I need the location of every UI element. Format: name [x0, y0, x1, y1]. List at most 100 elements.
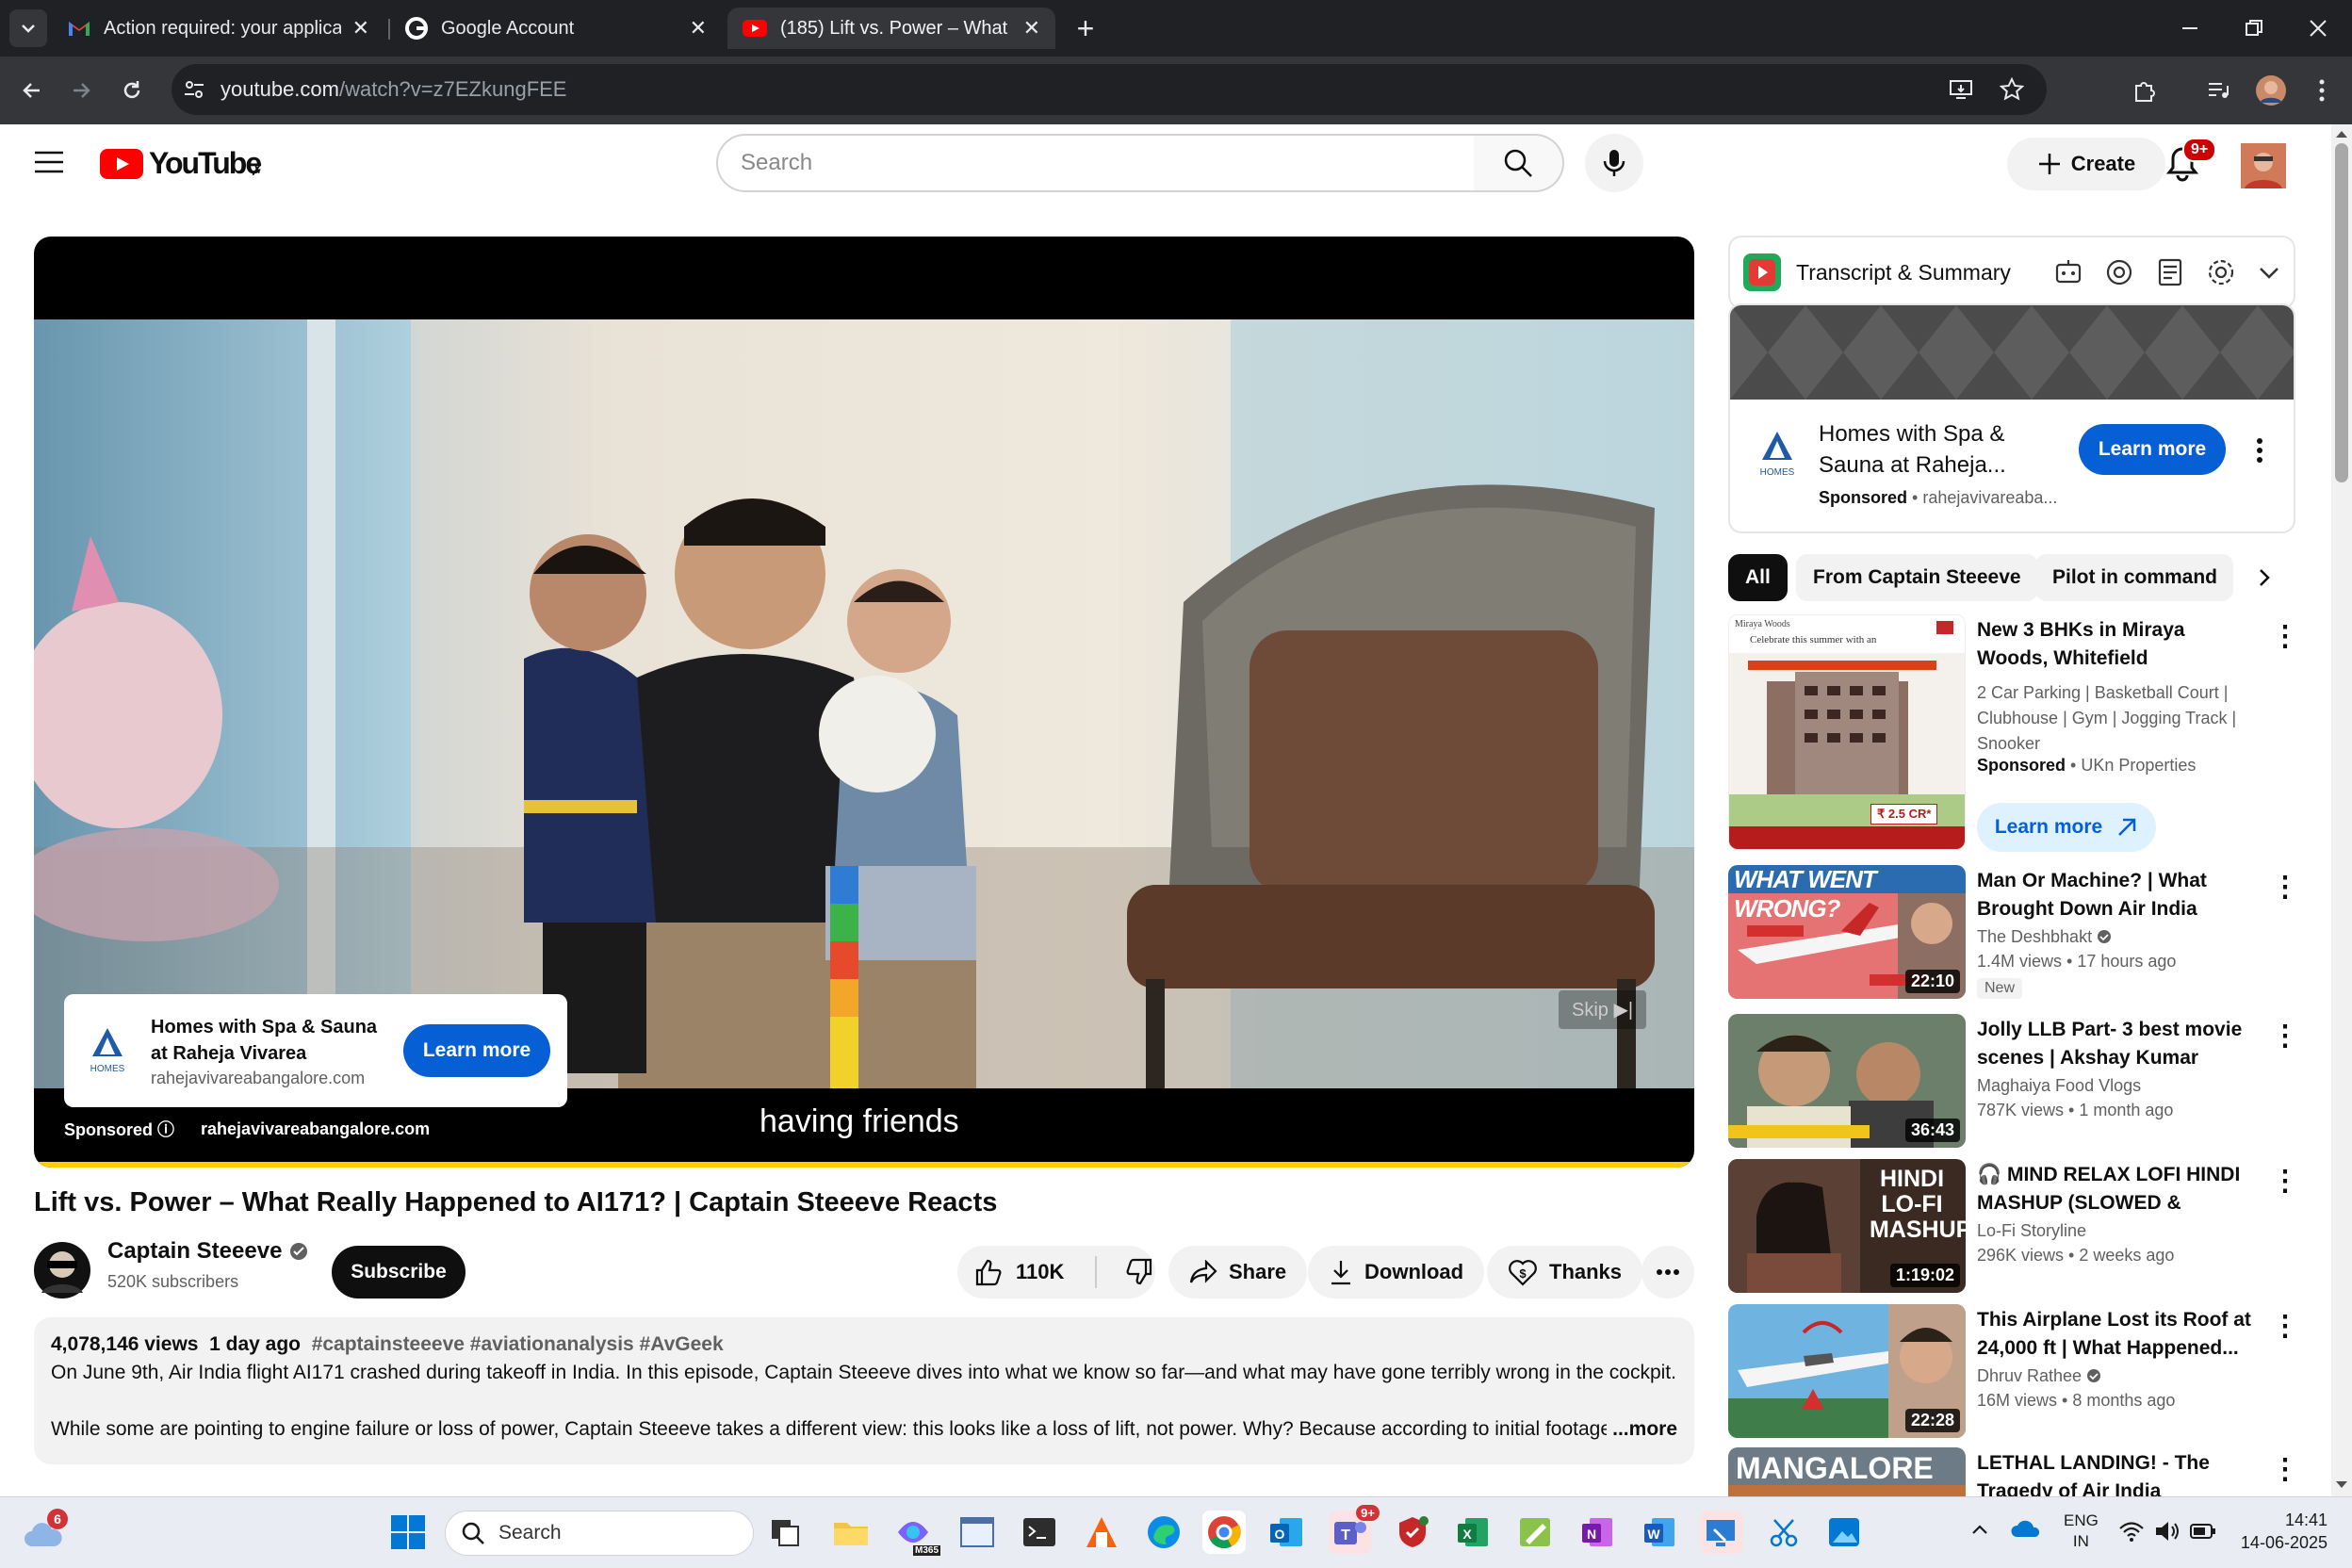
description-box[interactable]: 4,078,146 views 1 day ago #captainsteeev…: [34, 1317, 1694, 1464]
forward-button[interactable]: [62, 72, 100, 109]
language-indicator[interactable]: ENG IN: [2064, 1511, 2099, 1552]
chip-all[interactable]: All: [1728, 554, 1788, 601]
close-tab-icon[interactable]: ✕: [1023, 16, 1040, 41]
video-frame[interactable]: [34, 319, 1694, 1088]
chip-from-channel[interactable]: From Captain Steeeve: [1796, 554, 2038, 601]
clock[interactable]: 14:41 14-06-2025: [2233, 1509, 2328, 1554]
security-app-icon[interactable]: [1391, 1511, 1434, 1554]
video-title[interactable]: This Airplane Lost its Roof at 24,000 ft…: [1977, 1306, 2260, 1363]
profile-avatar[interactable]: [2252, 72, 2290, 109]
page-scrollbar[interactable]: [2331, 124, 2352, 1496]
video-thumbnail[interactable]: 36:43: [1728, 1014, 1966, 1148]
back-button[interactable]: [13, 72, 51, 109]
onenote-icon[interactable]: N: [1576, 1511, 1619, 1554]
video-thumbnail[interactable]: 22:28: [1728, 1304, 1966, 1438]
ad-domain-link[interactable]: rahejavivareabangalore.com: [201, 1119, 430, 1139]
terminal-icon[interactable]: [1018, 1511, 1061, 1554]
media-control-button[interactable]: [2199, 72, 2237, 109]
channel-name[interactable]: Captain Steeeve: [107, 1238, 308, 1265]
more-vert-icon[interactable]: ⋮: [2271, 1453, 2299, 1486]
more-vert-icon[interactable]: [2256, 437, 2263, 464]
channel-name[interactable]: The Deshbhakt: [1977, 927, 2112, 947]
chrome-menu-button[interactable]: [2303, 72, 2341, 109]
scrollbar-thumb[interactable]: [2335, 143, 2348, 482]
window-app-icon[interactable]: [956, 1511, 999, 1554]
video-thumbnail[interactable]: WHAT WENT WRONG? 22:10: [1728, 865, 1966, 999]
video-title[interactable]: Jolly LLB Part- 3 best movie scenes | Ak…: [1977, 1016, 2260, 1072]
transcript-summary-panel[interactable]: Transcript & Summary: [1728, 236, 2295, 309]
channel-name[interactable]: Dhruv Rathee: [1977, 1366, 2101, 1386]
create-button[interactable]: Create: [2007, 138, 2165, 190]
tab-gmail[interactable]: Action required: your applicatio ✕: [53, 8, 384, 49]
volume-icon[interactable]: [2154, 1520, 2180, 1543]
thanks-button[interactable]: $ Thanks: [1487, 1246, 1643, 1298]
wifi-icon[interactable]: [2118, 1520, 2145, 1543]
search-input[interactable]: Search: [716, 134, 1476, 192]
more-actions-button[interactable]: [1642, 1246, 1694, 1298]
editor-app-icon[interactable]: [1513, 1511, 1557, 1554]
channel-name[interactable]: Maghaiya Food Vlogs: [1977, 1076, 2141, 1096]
sponsored-label[interactable]: Sponsored ⓘ: [64, 1117, 174, 1141]
remote-desktop-icon[interactable]: [1700, 1511, 1743, 1554]
dislike-button[interactable]: [1108, 1258, 1153, 1286]
chatgpt-icon[interactable]: [2103, 256, 2135, 288]
show-hidden-icons[interactable]: [1969, 1520, 1990, 1541]
promoted-item[interactable]: Miraya Woods Celebrate this summer with …: [1728, 614, 2322, 852]
video-player[interactable]: HOMES Homes with Spa & Sauna at Raheja V…: [34, 237, 1694, 1168]
battery-icon[interactable]: [2190, 1522, 2216, 1541]
learn-more-button[interactable]: Learn more: [403, 1024, 550, 1077]
snipping-tool-icon[interactable]: [1762, 1511, 1805, 1554]
recommendation-item[interactable]: 36:43 Jolly LLB Part- 3 best movie scene…: [1728, 1014, 2322, 1153]
promoted-learn-more-button[interactable]: Learn more: [1977, 803, 2156, 852]
more-vert-icon[interactable]: ⋮: [2271, 1020, 2299, 1053]
edge-icon[interactable]: [1142, 1511, 1185, 1554]
close-tab-icon[interactable]: ✕: [690, 16, 707, 41]
sidebar-ad[interactable]: HOMES Homes with Spa & Sauna at Raheja..…: [1728, 303, 2295, 533]
ad-progress-bar[interactable]: [34, 1162, 1694, 1168]
start-button[interactable]: [386, 1511, 430, 1554]
close-tab-icon[interactable]: ✕: [352, 16, 369, 41]
skip-ad-button[interactable]: Skip ▶|: [1559, 990, 1647, 1029]
recommendation-item[interactable]: 22:28 This Airplane Lost its Roof at 24,…: [1728, 1304, 2322, 1444]
site-settings-icon[interactable]: [183, 78, 205, 101]
like-button[interactable]: 110K: [957, 1258, 1084, 1286]
share-button[interactable]: Share: [1168, 1246, 1308, 1298]
download-button[interactable]: Download: [1308, 1246, 1485, 1298]
install-app-icon[interactable]: [1949, 78, 1973, 101]
document-icon[interactable]: [2154, 256, 2186, 288]
bookmark-star-icon[interactable]: [2000, 77, 2024, 102]
video-title[interactable]: Man Or Machine? | What Brought Down Air …: [1977, 867, 2260, 923]
task-view-icon[interactable]: [763, 1511, 807, 1554]
channel-avatar[interactable]: [34, 1242, 90, 1298]
new-tab-button[interactable]: +: [1063, 9, 1108, 47]
outlook-icon[interactable]: O: [1265, 1511, 1308, 1554]
voice-search-button[interactable]: [1585, 134, 1643, 192]
hashtags[interactable]: #captainsteeeve #aviationanalysis #AvGee…: [312, 1333, 724, 1355]
more-vert-icon[interactable]: ⋮: [2271, 620, 2299, 653]
video-title[interactable]: LETHAL LANDING! - The Tragedy of Air Ind…: [1977, 1449, 2260, 1496]
recommendation-item[interactable]: HINDI LO-FI MASHUP 1:19:02 🎧 MIND RELAX …: [1728, 1159, 2322, 1298]
recommendation-item[interactable]: WHAT WENT WRONG? 22:10 Man Or Machine? |…: [1728, 865, 2322, 1004]
chrome-icon[interactable]: [1202, 1511, 1246, 1554]
more-link[interactable]: ...more: [1607, 1415, 1677, 1444]
file-explorer-icon[interactable]: [829, 1511, 873, 1554]
tab-youtube[interactable]: (185) Lift vs. Power – What Reall ✕: [727, 8, 1055, 49]
word-icon[interactable]: W: [1638, 1511, 1681, 1554]
restore-button[interactable]: [2231, 9, 2277, 47]
more-vert-icon[interactable]: ⋮: [2271, 1165, 2299, 1198]
taskbar-search-box[interactable]: Search: [445, 1511, 754, 1556]
photos-icon[interactable]: [1822, 1511, 1866, 1554]
excel-icon[interactable]: X: [1451, 1511, 1494, 1554]
close-window-button[interactable]: [2295, 9, 2341, 47]
video-thumbnail[interactable]: MANGALORE: [1728, 1447, 1966, 1496]
url-text[interactable]: youtube.com/watch?v=z7EZkungFEE: [220, 77, 566, 102]
video-title[interactable]: 🎧 MIND RELAX LOFI HINDI MASHUP (SLOWED &…: [1977, 1161, 2260, 1217]
chevron-down-icon[interactable]: [2256, 259, 2282, 286]
tab-google-account[interactable]: Google Account ✕: [390, 8, 722, 49]
office-app-icon[interactable]: [1080, 1511, 1123, 1554]
m365-copilot-icon[interactable]: M365: [891, 1511, 940, 1556]
subscribe-button[interactable]: Subscribe: [332, 1246, 466, 1298]
notifications-button[interactable]: 9+: [2165, 138, 2217, 187]
scroll-down-arrow-icon[interactable]: [2331, 1476, 2352, 1494]
ad-overlay-card[interactable]: HOMES Homes with Spa & Sauna at Raheja V…: [64, 994, 567, 1107]
